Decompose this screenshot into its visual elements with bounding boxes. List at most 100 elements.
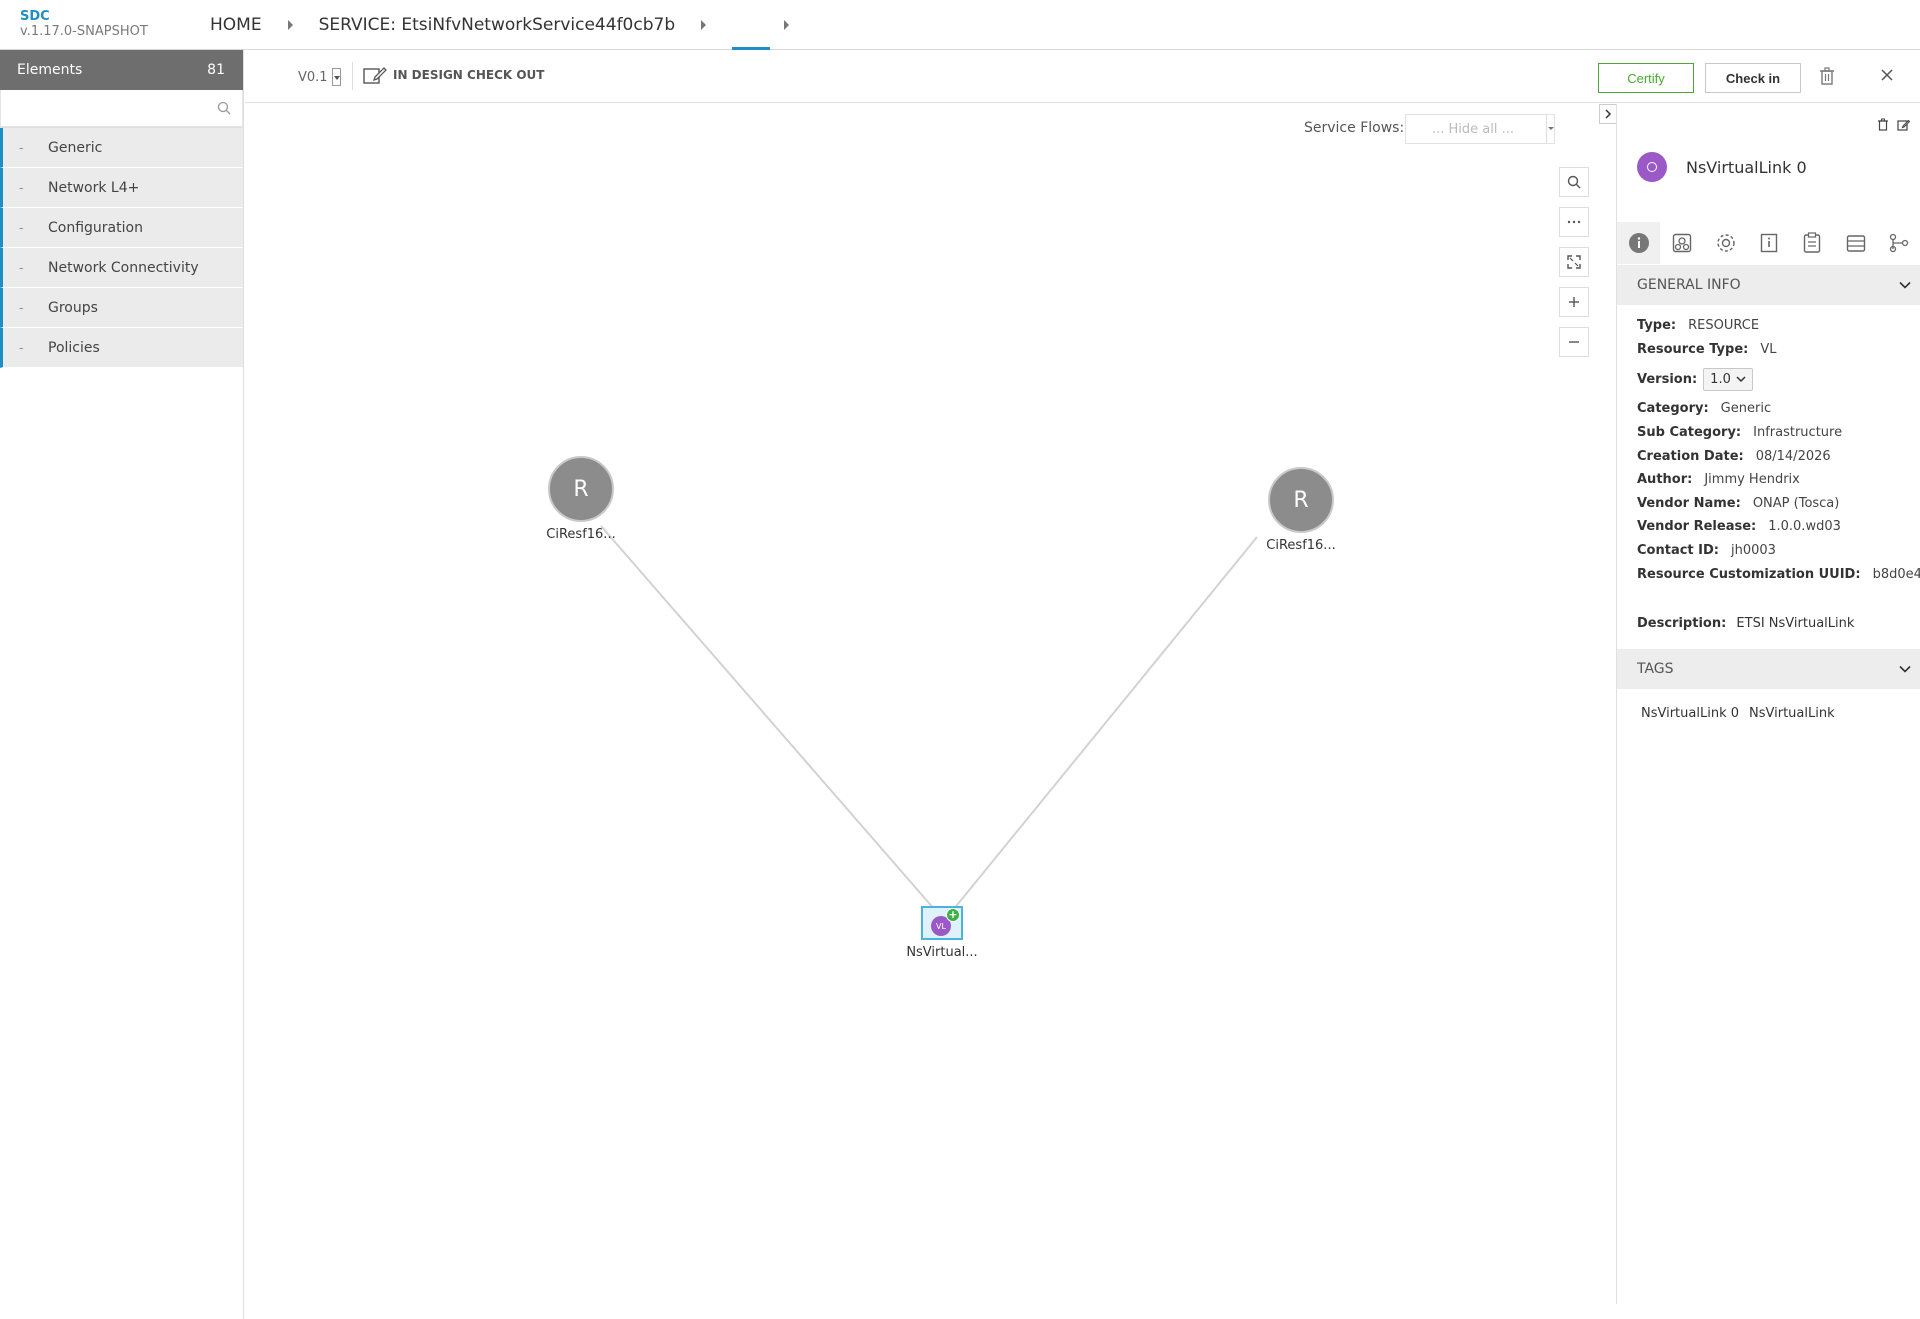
sub-category-label: Sub Category: (1637, 425, 1742, 441)
palette-search (0, 90, 243, 128)
tab-relations[interactable] (1878, 222, 1920, 264)
chevron-right-icon[interactable] (784, 20, 790, 30)
node-letter: R (548, 456, 614, 522)
creation-date-value: 08/14/2026 (1755, 448, 1831, 464)
tab-general-info[interactable] (1617, 222, 1661, 264)
node-letter: R (1268, 467, 1334, 533)
check-in-button[interactable]: Check in (1705, 63, 1801, 93)
lifecycle-status-text: IN DESIGN CHECK OUT (393, 68, 545, 82)
trash-icon[interactable] (1819, 67, 1835, 85)
brand[interactable]: SDC v.1.17.0-SNAPSHOT (20, 9, 148, 40)
elements-palette: Elements 81 - Generic - Network L4+ - Co… (0, 50, 244, 1319)
brand-version: v.1.17.0-SNAPSHOT (20, 24, 148, 39)
collapse-icon: - (19, 140, 24, 155)
contact-id-value: jh0003 (1731, 543, 1776, 559)
brand-name: SDC (20, 9, 50, 24)
collapse-panel-button[interactable] (1599, 104, 1616, 124)
palette-search-input[interactable] (0, 90, 243, 127)
uuid-label: Resource Customization UUID: (1637, 566, 1861, 582)
version-dropdown[interactable]: 1.0 (1703, 367, 1753, 391)
artifacts-icon (1672, 233, 1692, 253)
service-flows-select[interactable]: ... Hide all ... (1405, 114, 1555, 144)
trash-icon[interactable] (1877, 118, 1889, 131)
palette-group-network-connectivity[interactable]: - Network Connectivity (0, 248, 243, 288)
chevron-down-icon[interactable] (1899, 281, 1911, 289)
chevron-right-icon (1605, 109, 1612, 119)
info-row-version: Version: 1.0 (1637, 361, 1917, 397)
close-icon[interactable] (1880, 68, 1894, 82)
palette-group-generic[interactable]: - Generic (0, 128, 243, 168)
canvas-more-button[interactable] (1559, 207, 1589, 237)
tab-deployment-artifacts[interactable] (1660, 222, 1703, 264)
info-box-icon (1760, 233, 1778, 253)
contact-id-label: Contact ID: (1637, 543, 1719, 559)
tab-information-artifacts[interactable] (1747, 222, 1790, 264)
tab-api-artifacts[interactable] (1834, 222, 1877, 264)
canvas-fit-button[interactable] (1559, 247, 1589, 277)
palette-group-policies[interactable]: - Policies (0, 328, 243, 368)
relation-link[interactable] (600, 525, 936, 911)
sub-category-value: Infrastructure (1753, 425, 1843, 441)
palette-group-label: Groups (48, 299, 98, 316)
selected-node-box[interactable]: VL + (921, 906, 963, 940)
resource-node[interactable]: R CiResf16... (536, 456, 626, 542)
composition-canvas[interactable]: Service Flows: ... Hide all ... R CiResf… (245, 104, 1615, 1304)
collapse-icon: - (19, 300, 24, 315)
checkout-edit-icon (363, 67, 387, 84)
version-select[interactable]: V0.1 (298, 68, 341, 86)
chevron-down-icon (1736, 376, 1746, 382)
node-label: NsVirtual... (906, 945, 978, 960)
resource-node[interactable]: R CiResf16... (1256, 467, 1346, 553)
palette-group-groups[interactable]: - Groups (0, 288, 243, 328)
palette-group-configuration[interactable]: - Configuration (0, 208, 243, 248)
palette-count: 81 (207, 62, 225, 78)
breadcrumb-home[interactable]: HOME (210, 15, 262, 35)
tag-item: NsVirtualLink 0 (1641, 706, 1740, 721)
type-value: RESOURCE (1688, 318, 1760, 334)
palette-group-label: Network L4+ (48, 179, 140, 196)
caret-down-icon[interactable] (331, 68, 341, 86)
tags-section-header[interactable]: TAGS (1617, 649, 1920, 689)
resource-type-label: Resource Type: (1637, 341, 1749, 357)
chevron-right-icon[interactable] (701, 20, 707, 30)
details-panel: NsVirtualLink 0 GENERAL INFO Type: RESOU… (1616, 104, 1920, 1304)
service-flows-value: ... Hide all ... (1432, 121, 1515, 137)
minus-icon (1569, 341, 1579, 343)
description-label: Description: (1637, 616, 1727, 631)
toolbar-divider (352, 62, 353, 90)
zoom-in-button[interactable] (1559, 287, 1589, 317)
certify-button[interactable]: Certify (1598, 63, 1694, 93)
palette-group-label: Configuration (48, 219, 143, 236)
zoom-out-button[interactable] (1559, 327, 1589, 357)
version-label: Version: (1637, 371, 1698, 387)
tab-properties[interactable] (1704, 222, 1747, 264)
collapse-icon: - (19, 220, 24, 235)
creation-date-label: Creation Date: (1637, 448, 1744, 464)
breadcrumb-service[interactable]: SERVICE: EtsiNfvNetworkService44f0cb7b (319, 15, 676, 35)
chevron-down-icon[interactable] (1899, 665, 1911, 673)
add-connection-icon[interactable]: + (946, 908, 960, 922)
search-icon (1567, 175, 1581, 189)
palette-header: Elements 81 (0, 50, 243, 90)
vendor-release-label: Vendor Release: (1637, 519, 1757, 535)
clipboard-icon (1804, 232, 1821, 253)
search-icon[interactable] (217, 101, 231, 115)
palette-group-network-l4[interactable]: - Network L4+ (0, 168, 243, 208)
relation-link[interactable] (952, 536, 1258, 911)
node-label: CiResf16... (546, 527, 616, 542)
breadcrumb-current-tab[interactable] (732, 0, 771, 50)
component-title: NsVirtualLink 0 (1637, 152, 1807, 182)
component-name: NsVirtualLink 0 (1686, 157, 1807, 177)
general-info-section-header[interactable]: GENERAL INFO (1617, 265, 1920, 305)
palette-group-label: Generic (48, 139, 103, 156)
tab-requirements[interactable] (1791, 222, 1834, 264)
vl-type-icon (1637, 152, 1667, 182)
canvas-search-button[interactable] (1559, 167, 1589, 197)
category-value: Generic (1720, 401, 1772, 417)
plus-icon (1569, 297, 1579, 307)
virtual-link-node[interactable]: VL + NsVirtual... (897, 906, 987, 960)
edit-icon[interactable] (1897, 118, 1910, 131)
vendor-release-value: 1.0.0.wd03 (1768, 519, 1841, 535)
info-row-sub-category: Sub Category: Infrastructure (1637, 421, 1917, 445)
caret-down-icon[interactable] (1546, 115, 1554, 143)
